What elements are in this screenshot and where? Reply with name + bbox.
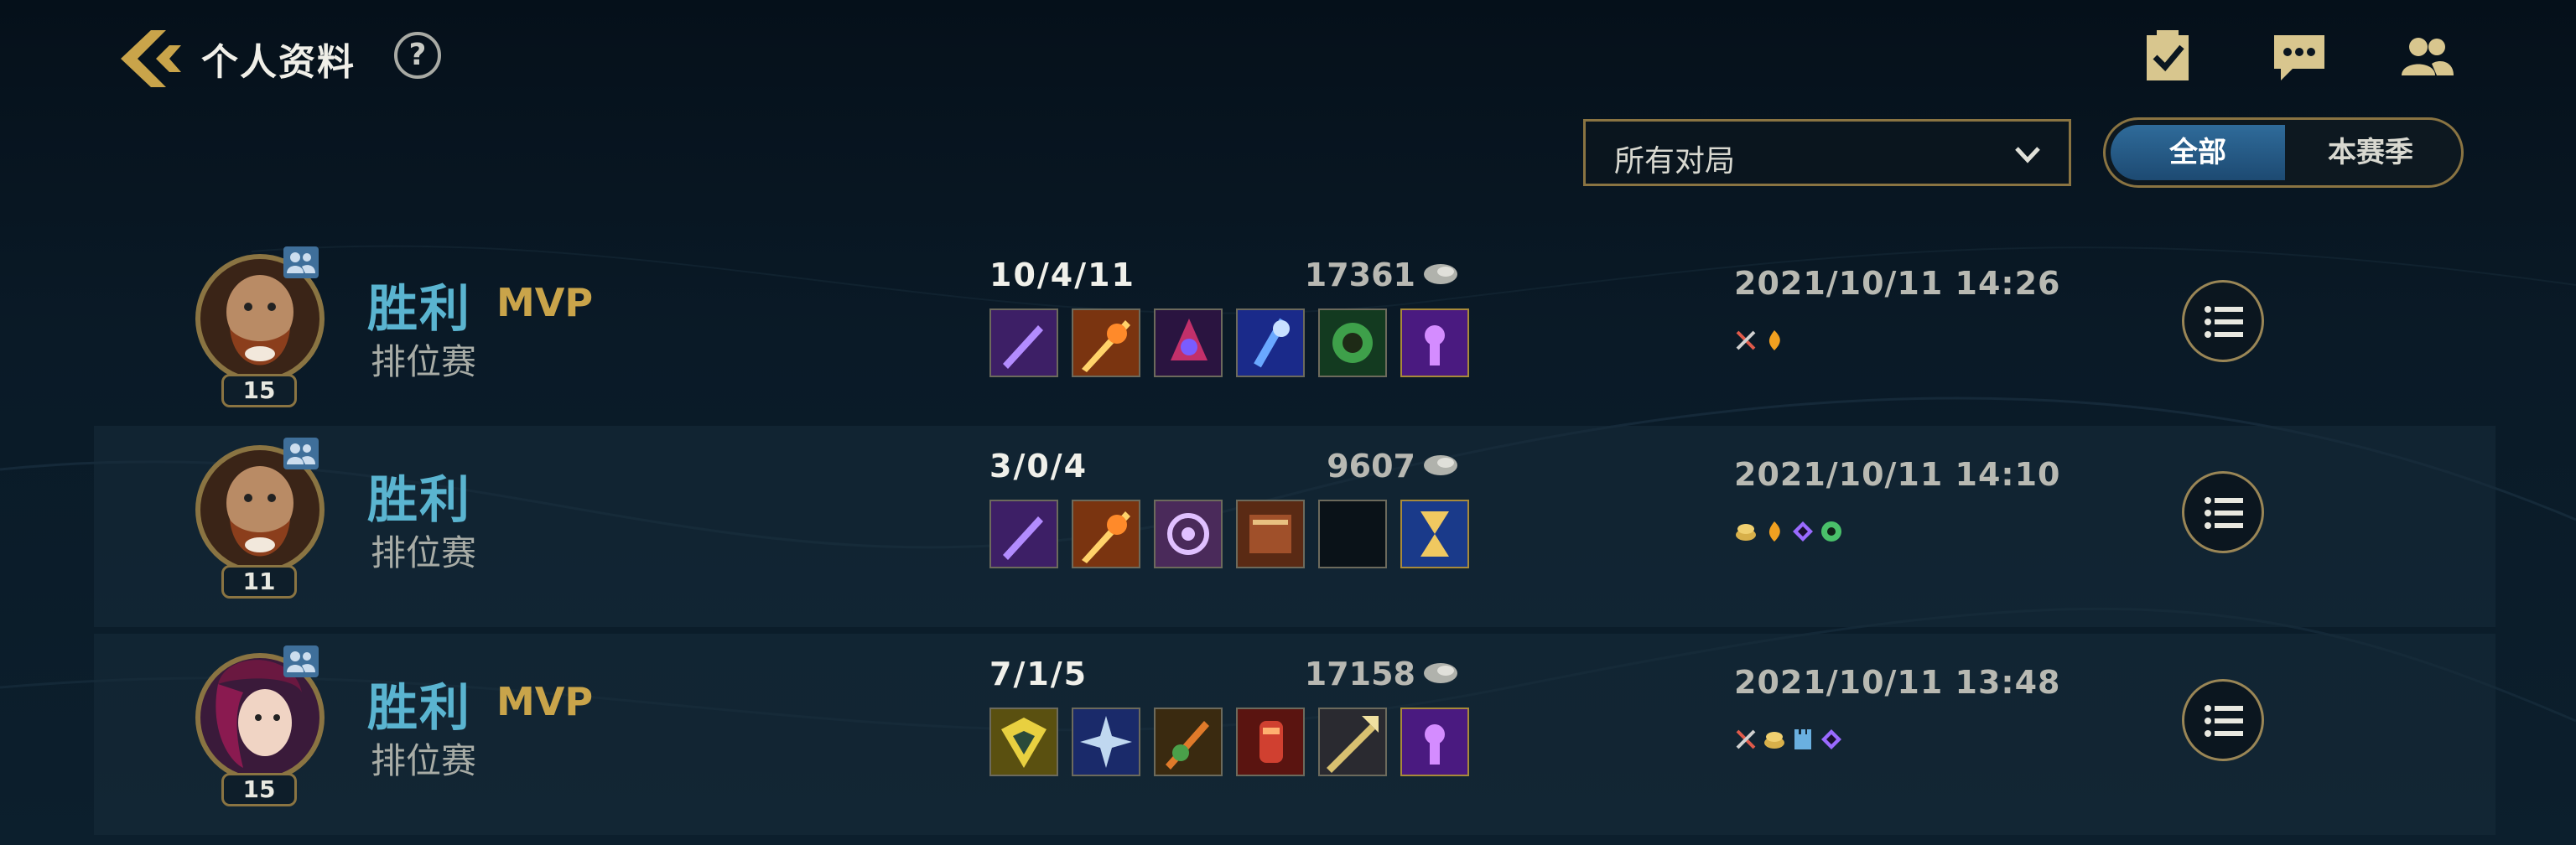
match-result: 胜利	[367, 280, 471, 339]
list-icon	[2205, 306, 2243, 338]
game-mode: 排位赛	[371, 341, 477, 382]
item-slot[interactable]	[1236, 308, 1305, 377]
gold-tag-icon	[1764, 732, 1784, 749]
crest-shield-icon	[1156, 501, 1221, 567]
sword-tag-icon	[1736, 330, 1756, 350]
crimson-gauntlet-icon	[1238, 709, 1303, 775]
trinket-slot[interactable]	[1400, 500, 1469, 568]
match-row-3[interactable]: 15 胜利 MVP 排位赛 7/1/5 17158 2021/10/11 13:…	[94, 634, 2496, 835]
kda: 3/0/4	[989, 448, 1088, 485]
match-row-2[interactable]: 11 胜利 排位赛 3/0/4 9607 2021/10/11 14:10	[94, 426, 2496, 627]
season-segment-control: 全部 本赛季	[2103, 117, 2464, 188]
item-slot[interactable]	[1072, 708, 1140, 776]
match-datetime: 2021/10/11 14:10	[1734, 456, 2061, 493]
gold-spear-icon	[1320, 709, 1385, 775]
fire-tag-icon	[1768, 330, 1780, 350]
match-details-button[interactable]	[2182, 679, 2264, 761]
trinket-slot[interactable]	[1400, 708, 1469, 776]
level-badge: 11	[221, 565, 297, 599]
tower-tag-icon	[1794, 729, 1811, 749]
party-icon	[283, 645, 319, 677]
steel-shuriken-icon	[1073, 709, 1139, 775]
level-badge: 15	[221, 374, 297, 407]
match-datetime: 2021/10/11 14:26	[1734, 265, 2061, 302]
fire-tag-icon	[1768, 521, 1780, 542]
game-mode: 排位赛	[371, 740, 477, 781]
kda: 7/1/5	[989, 656, 1088, 692]
item-slot[interactable]	[989, 708, 1058, 776]
item-slot[interactable]	[1236, 500, 1305, 568]
purple-trinket-icon	[1402, 709, 1467, 775]
empty-item-slot[interactable]	[1318, 500, 1387, 568]
kda: 10/4/11	[989, 257, 1135, 293]
tome-icon	[1238, 501, 1303, 567]
help-icon[interactable]: ?	[394, 32, 441, 79]
emerald-blade-icon	[1156, 709, 1221, 775]
level-badge: 15	[221, 773, 297, 806]
gold-coin-icon	[1424, 264, 1457, 284]
item-slot[interactable]	[989, 500, 1058, 568]
purple-blade-icon	[991, 501, 1057, 567]
page-title: 个人资料	[201, 41, 356, 84]
purple-gem-tag-icon	[1821, 729, 1841, 749]
purple-blade-icon	[991, 310, 1057, 376]
party-icon	[283, 438, 319, 469]
item-slot[interactable]	[1318, 708, 1387, 776]
purple-trinket-icon	[1402, 310, 1467, 376]
sword-tag-icon	[1736, 729, 1756, 749]
gold-earned: 17361	[1304, 257, 1415, 293]
missions-clipboard-icon[interactable]	[2140, 30, 2197, 84]
gold-coin-icon	[1424, 663, 1457, 683]
match-filter-dropdown[interactable]: 所有对局	[1583, 119, 2071, 186]
list-icon	[2205, 705, 2243, 737]
item-slot[interactable]	[1072, 308, 1140, 377]
flame-sword-icon	[1073, 310, 1139, 376]
tab-all[interactable]: 全部	[2111, 125, 2285, 180]
gold-earned: 9607	[1327, 448, 1415, 485]
item-slot[interactable]	[1072, 500, 1140, 568]
void-mask-icon	[1156, 310, 1221, 376]
purple-gem-tag-icon	[1793, 521, 1813, 542]
match-result: 胜利	[367, 471, 471, 530]
green-orb-icon	[1320, 310, 1385, 376]
gold-shield-icon	[991, 709, 1057, 775]
item-slot[interactable]	[1154, 708, 1223, 776]
item-slot[interactable]	[989, 308, 1058, 377]
game-mode: 排位赛	[371, 532, 477, 573]
match-details-button[interactable]	[2182, 471, 2264, 553]
item-slot[interactable]	[1154, 308, 1223, 377]
mvp-badge: MVP	[496, 679, 594, 724]
item-slot[interactable]	[1154, 500, 1223, 568]
dropdown-value: 所有对局	[1614, 144, 1736, 179]
arcane-staff-icon	[1238, 310, 1303, 376]
list-icon	[2205, 497, 2243, 529]
match-row-1[interactable]: 15 胜利 MVP 排位赛 10/4/11 17361 2021/10/11 1…	[94, 235, 2496, 436]
gold-tag-icon	[1736, 524, 1756, 541]
match-details-button[interactable]	[2182, 280, 2264, 362]
item-slot[interactable]	[1236, 708, 1305, 776]
gold-coin-icon	[1424, 455, 1457, 475]
green-ward-tag-icon	[1821, 521, 1841, 542]
chat-icon[interactable]	[2271, 30, 2328, 84]
gold-earned: 17158	[1304, 656, 1415, 692]
party-icon	[283, 246, 319, 278]
back-chevron-icon[interactable]	[117, 27, 184, 91]
chevron-down-icon	[2015, 147, 2040, 163]
trinket-slot[interactable]	[1400, 308, 1469, 377]
mvp-badge: MVP	[496, 280, 594, 325]
match-result: 胜利	[367, 679, 471, 738]
tab-this-season[interactable]: 本赛季	[2285, 125, 2456, 180]
friends-icon[interactable]	[2398, 30, 2455, 84]
match-datetime: 2021/10/11 13:48	[1734, 664, 2061, 701]
item-slot[interactable]	[1318, 308, 1387, 377]
hourglass-trinket-icon	[1402, 501, 1467, 567]
flame-sword-icon	[1073, 501, 1139, 567]
